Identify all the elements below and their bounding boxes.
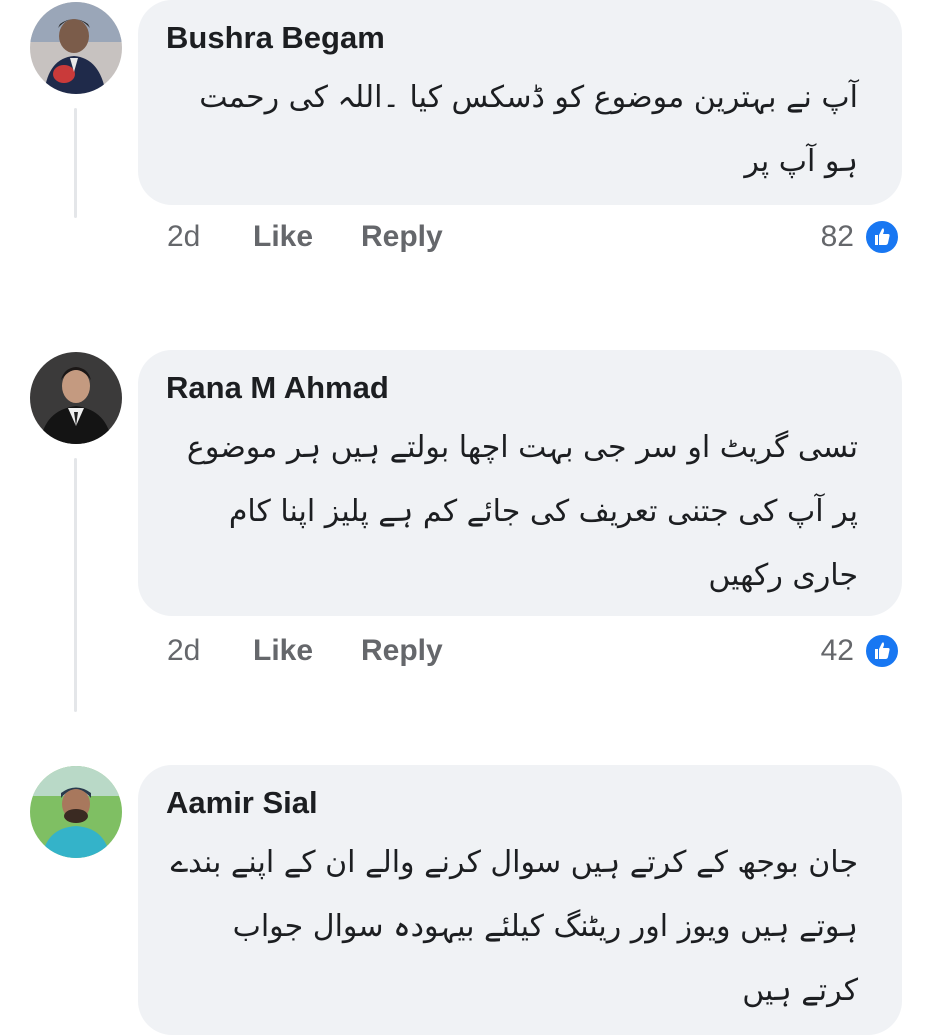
like-button[interactable]: Like <box>253 220 313 254</box>
avatar[interactable] <box>30 2 122 94</box>
thread-line <box>74 108 77 218</box>
like-button[interactable]: Like <box>253 634 313 668</box>
comment-actions: 2d Like Reply 82 <box>167 218 901 260</box>
avatar-photo-icon <box>30 766 122 858</box>
avatar[interactable] <box>30 766 122 858</box>
avatar[interactable] <box>30 352 122 444</box>
avatar-photo-icon <box>30 352 122 444</box>
comment-author[interactable]: Bushra Begam <box>166 22 872 54</box>
reply-button[interactable]: Reply <box>361 220 443 254</box>
like-icon <box>863 632 901 670</box>
comment-author[interactable]: Aamir Sial <box>166 787 872 819</box>
comment-bubble: Rana M Ahmad تسی گریٹ او سر جی بہت اچھا … <box>138 350 902 616</box>
comment-actions: 2d Like Reply 42 <box>167 632 901 674</box>
like-icon <box>863 218 901 256</box>
reaction-count[interactable]: 82 <box>821 220 854 254</box>
comment-text: تسی گریٹ او سر جی بہت اچھا بولتے ہیں ہر … <box>186 430 858 593</box>
comment-timestamp[interactable]: 2d <box>167 634 200 668</box>
comment-bubble: Bushra Begam آپ نے بہترین موضوع کو ڈسکس … <box>138 0 902 205</box>
comment-timestamp[interactable]: 2d <box>167 220 200 254</box>
comment-text: جان بوجھ کے کرتے ہیں سوال کرنے والے ان ک… <box>170 845 858 1008</box>
comment-text: آپ نے بہترین موضوع کو ڈسکس کیا ۔اللہ کی … <box>199 80 858 179</box>
comment-author[interactable]: Rana M Ahmad <box>166 372 872 404</box>
reaction-count[interactable]: 42 <box>821 634 854 668</box>
comment-bubble: Aamir Sial جان بوجھ کے کرتے ہیں سوال کرن… <box>138 765 902 1035</box>
avatar-photo-icon <box>30 2 122 94</box>
thread-line <box>74 458 77 712</box>
reply-button[interactable]: Reply <box>361 634 443 668</box>
